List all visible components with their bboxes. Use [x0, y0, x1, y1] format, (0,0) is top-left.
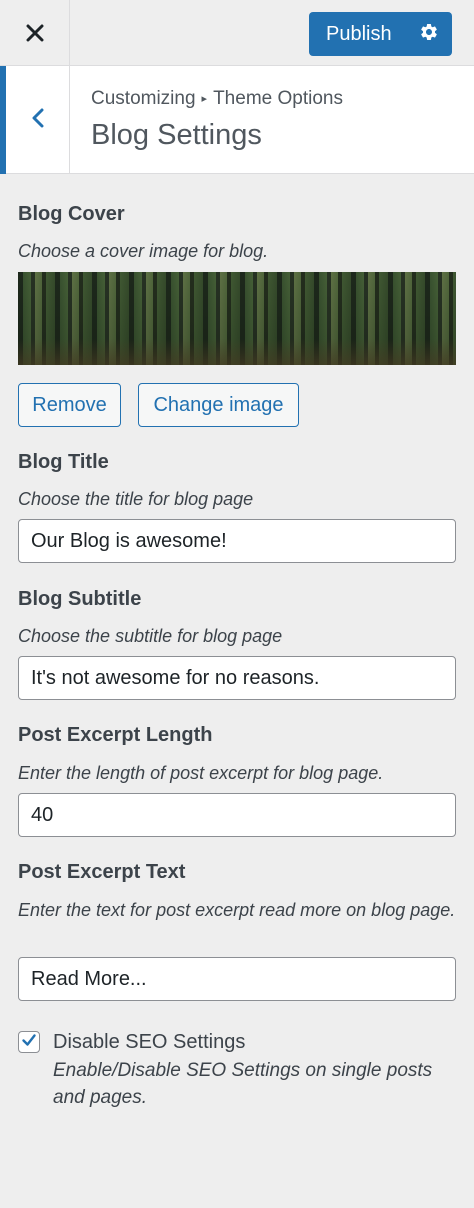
blog-title-input[interactable]	[18, 519, 456, 563]
section-header: Customizing ▸ Theme Options Blog Settings	[0, 66, 474, 174]
remove-image-button[interactable]: Remove	[18, 383, 121, 427]
chevron-left-icon	[31, 107, 45, 134]
blog-subtitle-label: Blog Subtitle	[18, 588, 142, 610]
publish-group: Publish	[309, 12, 452, 56]
breadcrumb-separator: ▸	[201, 93, 208, 105]
blog-subtitle-input[interactable]	[18, 656, 456, 700]
close-button[interactable]	[0, 0, 70, 66]
excerpt-length-description: Enter the length of post excerpt for blo…	[18, 763, 384, 783]
excerpt-text-input[interactable]	[18, 957, 456, 1001]
gear-icon	[419, 22, 439, 47]
excerpt-length-input[interactable]	[18, 793, 456, 837]
excerpt-text-description: Enter the text for post excerpt read mor…	[18, 900, 456, 920]
breadcrumb-root: Customizing	[91, 88, 196, 109]
checkmark-icon	[21, 1032, 37, 1053]
blog-cover-label: Blog Cover	[18, 203, 125, 225]
change-image-button[interactable]: Change image	[138, 383, 299, 427]
disable-seo-label[interactable]: Disable SEO Settings	[53, 1031, 245, 1054]
blog-cover-description: Choose a cover image for blog.	[18, 241, 269, 261]
blog-title-description: Choose the title for blog page	[18, 489, 254, 509]
breadcrumb-parent: Theme Options	[213, 88, 343, 109]
back-button[interactable]	[0, 66, 70, 174]
section-title: Blog Settings	[91, 119, 262, 151]
disable-seo-checkbox[interactable]	[18, 1031, 40, 1053]
publish-button[interactable]: Publish	[309, 12, 406, 56]
blog-subtitle-description: Choose the subtitle for blog page	[18, 626, 283, 646]
cover-image-ground	[18, 339, 456, 365]
disable-seo-description: Enable/Disable SEO Settings on single po…	[53, 1060, 433, 1108]
blog-cover-image[interactable]	[18, 272, 456, 365]
breadcrumb: Customizing ▸ Theme Options	[91, 88, 343, 110]
excerpt-length-label: Post Excerpt Length	[18, 724, 213, 746]
close-icon	[26, 24, 44, 42]
excerpt-text-label: Post Excerpt Text	[18, 861, 186, 883]
customizer-header: Publish	[0, 0, 474, 66]
blog-title-label: Blog Title	[18, 451, 109, 473]
publish-settings-button[interactable]	[406, 12, 452, 56]
